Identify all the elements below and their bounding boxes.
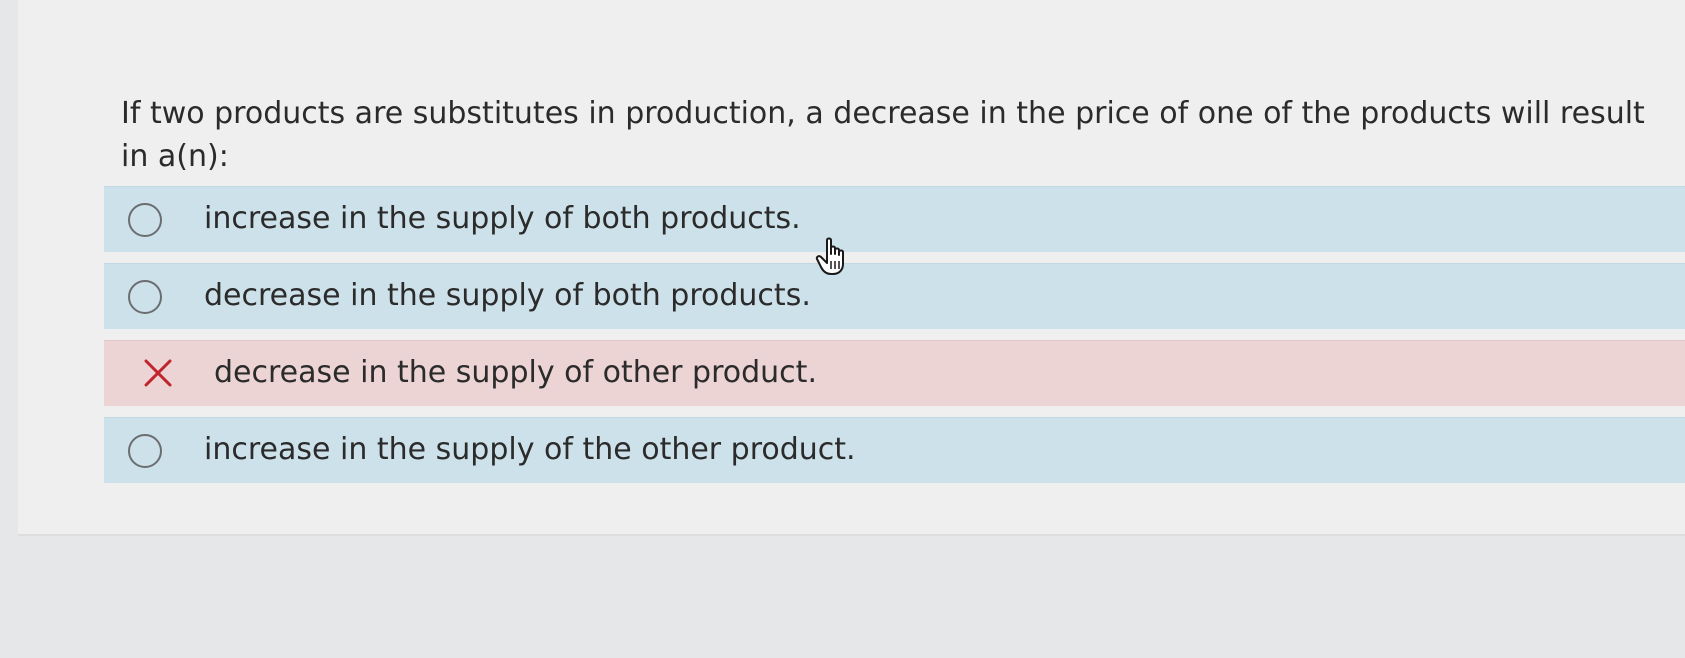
answer-option-label: increase in the supply of the other prod… <box>204 432 856 467</box>
answer-option-label: increase in the supply of both products. <box>204 201 801 236</box>
answer-option-label: decrease in the supply of other product. <box>214 355 817 390</box>
answer-options: increase in the supply of both products.… <box>104 186 1685 494</box>
answer-option-1[interactable]: increase in the supply of both products. <box>104 186 1685 252</box>
radio-button-icon[interactable] <box>128 434 162 468</box>
answer-option-4[interactable]: increase in the supply of the other prod… <box>104 417 1685 483</box>
incorrect-x-icon <box>144 359 172 387</box>
question-text: If two products are substitutes in produ… <box>121 96 1645 174</box>
answer-option-2[interactable]: decrease in the supply of both products. <box>104 263 1685 329</box>
radio-button-icon[interactable] <box>128 280 162 314</box>
answer-option-3-incorrect[interactable]: decrease in the supply of other product. <box>104 340 1685 406</box>
radio-button-icon[interactable] <box>128 203 162 237</box>
answer-option-label: decrease in the supply of both products. <box>204 278 811 313</box>
